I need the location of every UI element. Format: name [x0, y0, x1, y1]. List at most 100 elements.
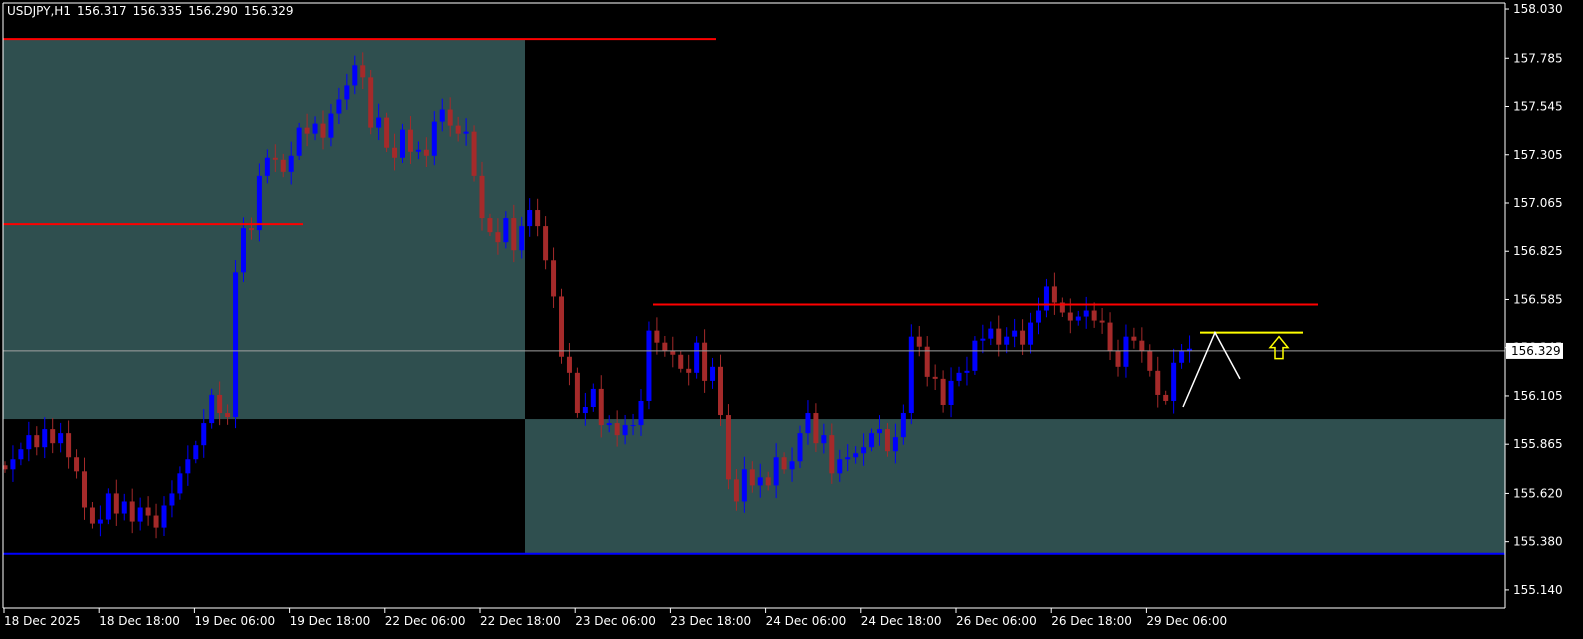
bull-candle	[376, 117, 382, 128]
bear-candle	[384, 117, 390, 148]
bear-candle	[1067, 312, 1073, 321]
bear-candle	[559, 296, 564, 357]
bull-candle	[590, 388, 596, 408]
bear-candle	[718, 366, 723, 416]
bull-candle	[209, 394, 215, 424]
symbol-info-bar: USDJPY,H1 156.317 156.335 156.290 156.329	[7, 4, 299, 18]
bull-candle	[622, 425, 628, 436]
bull-candle	[527, 210, 533, 227]
bear-candle	[1107, 322, 1113, 351]
bull-candle	[18, 449, 24, 460]
bear-candle	[662, 342, 668, 351]
bull-candle	[797, 433, 803, 462]
bull-candle	[1187, 348, 1193, 351]
bull-candle	[980, 338, 986, 341]
bear-candle	[129, 501, 135, 522]
chart-canvas[interactable]: 158.030 157.785 157.545 157.305 157.065 156.8…	[0, 0, 1583, 639]
bear-candle	[654, 330, 660, 343]
bear-candle	[1147, 350, 1153, 371]
bear-candle	[82, 471, 87, 508]
bull-candle	[58, 433, 64, 444]
bear-candle	[725, 415, 731, 480]
y-tick-label: 157.065	[1513, 196, 1563, 210]
bull-candle	[805, 413, 811, 434]
bear-candle	[574, 372, 580, 414]
x-tick-label: 26 Dec 06:00	[956, 614, 1037, 628]
bull-candle	[352, 65, 358, 86]
bear-candle	[479, 175, 485, 219]
bear-candle	[423, 149, 429, 156]
bear-candle	[940, 378, 946, 405]
x-tick-label: 18 Dec 2025	[4, 614, 81, 628]
bull-candle	[606, 423, 612, 426]
bear-candle	[145, 507, 151, 516]
bull-candle	[757, 477, 763, 486]
y-tick-label: 156.585	[1513, 292, 1563, 306]
bear-candle	[320, 123, 326, 138]
bear-candle	[678, 354, 684, 369]
bull-candle	[741, 469, 747, 502]
bull-candle	[296, 127, 302, 156]
bear-candle	[217, 394, 223, 414]
bull-candle	[638, 400, 644, 426]
bull-candle	[137, 507, 143, 522]
bear-candle	[248, 228, 254, 231]
bear-candle	[813, 413, 819, 444]
x-tick-label: 26 Dec 18:00	[1051, 614, 1132, 628]
bull-candle	[1123, 336, 1129, 367]
bear-candle	[304, 127, 310, 134]
bear-candle	[1051, 286, 1057, 303]
bull-candle	[630, 425, 636, 427]
bear-candle	[1020, 330, 1026, 345]
y-tick-label: 155.140	[1513, 583, 1563, 597]
bear-candle	[749, 469, 755, 486]
bear-candle	[225, 413, 231, 418]
y-tick-label: 155.865	[1513, 437, 1563, 451]
bull-candle	[344, 85, 350, 100]
x-tick-label: 18 Dec 18:00	[99, 614, 180, 628]
bear-candle	[598, 388, 604, 426]
bull-candle	[1083, 310, 1089, 317]
y-tick-label: 157.545	[1513, 100, 1563, 114]
bear-candle	[781, 457, 787, 470]
y-tick-label: 155.620	[1513, 486, 1563, 500]
bull-candle	[463, 131, 469, 134]
bull-candle	[861, 447, 867, 454]
x-tick-label: 19 Dec 18:00	[290, 614, 371, 628]
bull-candle	[845, 457, 851, 460]
bear-candle	[34, 435, 40, 448]
bear-candle	[702, 342, 708, 381]
bull-candle	[97, 519, 103, 524]
bull-candle	[177, 473, 183, 494]
bull-candle	[415, 149, 421, 152]
close-price: 156.329	[243, 4, 294, 18]
symbol-label: USDJPY,H1	[7, 4, 71, 18]
bull-candle	[1075, 316, 1081, 321]
bull-candle	[1043, 286, 1049, 311]
bear-candle	[471, 131, 477, 176]
current-price-label: 156.329	[1511, 344, 1561, 358]
bear-candle	[733, 479, 739, 502]
bull-candle	[877, 429, 882, 434]
up-arrow-icon	[1268, 335, 1290, 360]
price-chart[interactable]: 158.030 157.785 157.545 157.305 157.065 156.8…	[0, 0, 1583, 639]
bear-candle	[153, 515, 159, 528]
bull-candle	[121, 501, 127, 514]
bull-candle	[956, 372, 962, 381]
bear-candle	[407, 129, 413, 152]
x-tick-label: 24 Dec 06:00	[766, 614, 847, 628]
bear-candle	[916, 336, 922, 347]
bear-candle	[447, 109, 453, 126]
bear-candle	[89, 507, 95, 524]
bear-candle	[996, 328, 1002, 345]
x-tick-label: 23 Dec 06:00	[575, 614, 656, 628]
y-tick-label: 157.305	[1513, 148, 1563, 162]
bull-candle	[948, 380, 954, 405]
y-tick-label: 155.380	[1513, 535, 1563, 549]
bear-candle	[360, 65, 366, 78]
bull-candle	[853, 453, 859, 458]
bull-candle	[193, 445, 199, 460]
bear-candle	[1139, 340, 1145, 351]
bull-candle	[519, 226, 525, 251]
bear-candle	[113, 493, 119, 514]
